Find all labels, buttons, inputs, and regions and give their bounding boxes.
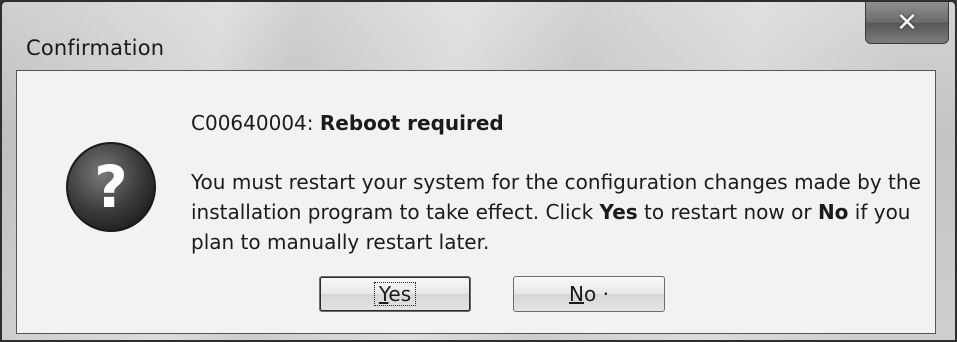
close-icon: ✕ bbox=[896, 7, 918, 38]
message-yes-word: Yes bbox=[599, 200, 638, 224]
dialog-body: ? C00640004: Reboot required You must re… bbox=[16, 70, 936, 334]
yes-label-rest: es bbox=[388, 282, 412, 306]
confirmation-dialog: Confirmation ✕ ? C00640004: Reboot requi… bbox=[0, 0, 957, 342]
yes-button-label: Yes bbox=[373, 282, 417, 306]
error-code: C00640004: bbox=[191, 111, 314, 135]
yes-button[interactable]: Yes bbox=[319, 276, 471, 312]
no-button-label: No · bbox=[569, 282, 609, 306]
question-mark-glyph: ? bbox=[94, 153, 128, 221]
window-title: Confirmation bbox=[26, 36, 165, 60]
close-button[interactable]: ✕ bbox=[865, 2, 949, 44]
message-no-word: No bbox=[817, 200, 849, 224]
no-mnemonic: N bbox=[569, 282, 584, 306]
no-button[interactable]: No · bbox=[513, 276, 665, 312]
yes-mnemonic: Y bbox=[378, 282, 389, 306]
message-part-2: to restart now or bbox=[637, 200, 818, 224]
heading-text: Reboot required bbox=[319, 111, 504, 135]
dialog-heading: C00640004: Reboot required bbox=[191, 111, 504, 135]
no-label-rest: o · bbox=[584, 282, 609, 306]
question-icon: ? bbox=[66, 142, 156, 232]
dialog-message: You must restart your system for the con… bbox=[191, 167, 921, 257]
title-bar[interactable]: Confirmation ✕ bbox=[2, 2, 955, 68]
